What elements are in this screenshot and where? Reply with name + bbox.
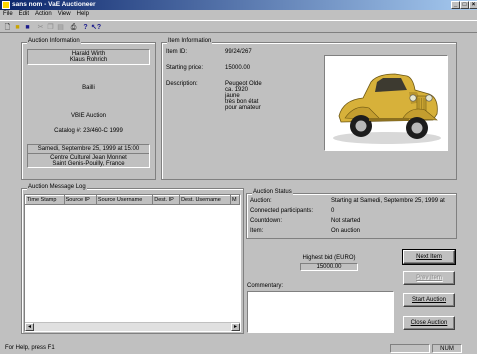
save-icon[interactable]: ■: [23, 23, 32, 32]
status-key: Connected participants:: [250, 208, 314, 214]
starting-price-value: 15000.00: [225, 65, 251, 71]
next-item-button[interactable]: Next Item: [402, 249, 456, 265]
menu-edit[interactable]: Edit: [16, 10, 32, 18]
status-value: On auction: [331, 228, 361, 234]
help-icon[interactable]: ?: [81, 23, 90, 32]
item-info-group: Item Information Item ID: 99/24/267 Star…: [161, 38, 457, 180]
status-help-text: For Help, press F1: [5, 345, 55, 351]
auction-status-label: Auction Status: [252, 189, 293, 195]
status-key: Auction:: [250, 198, 272, 204]
description-text: Peugeot Olde ca. 1920 jaune très bon éta…: [225, 81, 262, 111]
menu-file[interactable]: File: [0, 10, 16, 18]
menu-bar: File Edit Action View Help: [0, 10, 477, 20]
maximize-button[interactable]: □: [460, 1, 469, 9]
item-id-label: Item ID:: [166, 49, 188, 55]
item-id-value: 99/24/267: [225, 49, 252, 55]
catalog-number: Catalog #: 23/460-C 1999: [54, 128, 123, 134]
highest-bid-value: 15000.00: [300, 263, 358, 271]
item-info-label: Item Information: [167, 38, 213, 44]
commentary-input[interactable]: [247, 291, 394, 333]
column-source-username[interactable]: Source Username: [95, 195, 154, 205]
menu-action[interactable]: Action: [32, 10, 55, 18]
status-pane: [390, 344, 430, 353]
cut-icon[interactable]: ✂: [36, 23, 45, 32]
message-log-list[interactable]: Time Stamp Source IP Source Username Des…: [24, 194, 241, 332]
column-dest-ip[interactable]: Dest. IP: [152, 195, 181, 205]
auction-info-group: Auction Information Harald Wirth Klaus R…: [21, 38, 156, 180]
auctioneers-box: Harald Wirth Klaus Rohrich: [27, 49, 150, 65]
message-log-label: Auction Message Log: [27, 184, 87, 190]
open-folder-icon[interactable]: ■: [13, 23, 22, 32]
window-title: sans nom - VaE Auctioneer: [12, 1, 96, 8]
status-key: Item:: [250, 228, 264, 234]
venue-box: Samedi, Septembre 25, 1999 at 15:00 Cent…: [27, 144, 150, 168]
new-document-icon[interactable]: 🗋: [3, 23, 12, 32]
message-log-header: Time Stamp Source IP Source Username Des…: [25, 195, 240, 205]
auction-info-label: Auction Information: [27, 38, 81, 44]
venue-line: Saint Genis-Pouilly, France: [52, 161, 125, 167]
num-lock-indicator: NUM: [432, 344, 462, 353]
starting-price-label: Starting price:: [166, 65, 204, 71]
column-time-stamp[interactable]: Time Stamp: [25, 195, 65, 205]
item-photo: [324, 55, 448, 151]
column-message[interactable]: M: [229, 195, 240, 205]
status-value: 0: [331, 208, 335, 214]
menu-view[interactable]: View: [55, 10, 74, 18]
status-key: Countdown:: [250, 218, 283, 224]
message-log-group: Auction Message Log Time Stamp Source IP…: [21, 184, 244, 334]
paste-icon[interactable]: ▤: [56, 23, 65, 32]
close-button[interactable]: ×: [469, 1, 477, 9]
column-dest-username[interactable]: Dest. Username: [179, 195, 231, 205]
auction-name: VBIE Auction: [70, 113, 107, 119]
title-bar: sans nom - VaE Auctioneer _ □ ×: [0, 0, 477, 10]
description-line: pour amateur: [225, 105, 261, 111]
horizontal-scrollbar[interactable]: ◂ ▸: [25, 322, 240, 331]
column-source-ip[interactable]: Source IP: [63, 195, 97, 205]
app-icon: [2, 1, 10, 9]
message-log-table: Time Stamp Source IP Source Username Des…: [25, 195, 240, 205]
close-auction-button[interactable]: Close Auction: [403, 316, 455, 330]
scroll-right-button[interactable]: ▸: [231, 323, 240, 331]
print-icon[interactable]: ⎙: [69, 23, 78, 32]
menu-help[interactable]: Help: [74, 10, 92, 18]
start-auction-button[interactable]: Start Auction: [403, 293, 455, 307]
auctioneer-name: Klaus Rohrich: [69, 57, 108, 63]
status-value: Not started: [331, 218, 361, 224]
scroll-left-button[interactable]: ◂: [25, 323, 34, 331]
description-label: Description:: [166, 81, 198, 87]
status-value: Starting at Samedi, Septembre 25, 1999 a…: [331, 198, 445, 204]
prev-item-button[interactable]: Prev Item: [403, 271, 455, 285]
toolbar: 🗋 ■ ■ ✂ ❐ ▤ ⎙ ? ↖?: [0, 20, 477, 33]
status-bar: For Help, press F1 NUM: [0, 342, 477, 354]
minimize-button[interactable]: _: [451, 1, 460, 9]
auction-status-group: Auction Status Auction: Starting at Same…: [246, 189, 457, 239]
firm-name: Bailli: [82, 85, 95, 91]
context-help-icon[interactable]: ↖?: [91, 23, 101, 32]
vintage-car-image: [325, 56, 447, 150]
copy-icon[interactable]: ❐: [46, 23, 55, 32]
auction-datetime: Samedi, Septembre 25, 1999 at 15:00: [28, 146, 149, 154]
commentary-label: Commentary:: [247, 283, 284, 289]
highest-bid-label: Highest bid (EURO): [302, 255, 356, 261]
